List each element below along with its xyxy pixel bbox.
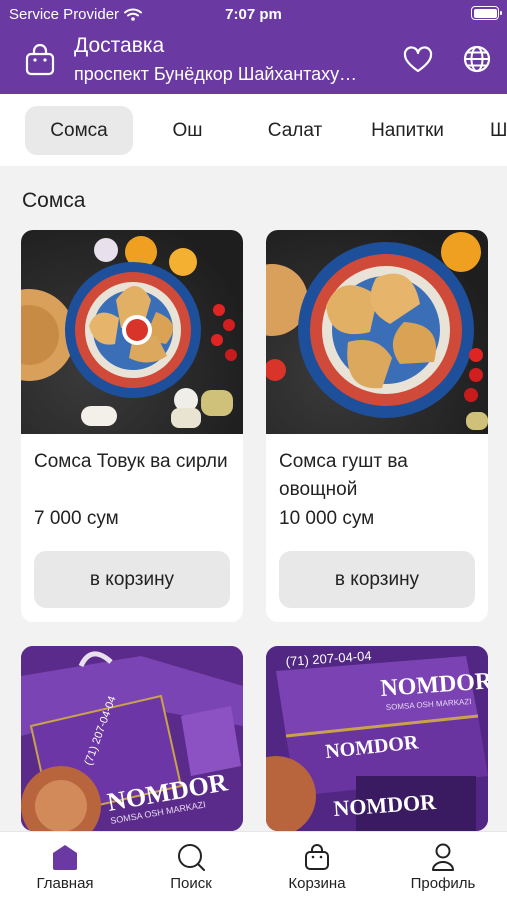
- nomdor-box-illustration: NOMDOR SOMSA OSH MARKAZI (71) 207-04-04: [21, 646, 243, 831]
- product-image[interactable]: [266, 230, 488, 434]
- tabbar-label: Профиль: [410, 875, 476, 892]
- product-image[interactable]: NOMDOR SOMSA OSH MARKAZI (71) 207-04-04: [21, 646, 243, 831]
- tabbar-item-profile[interactable]: Профиль: [380, 832, 506, 900]
- section-title: Сомса: [22, 189, 86, 212]
- product-card[interactable]: (71) 207-04-04 NOMDOR SOMSA OSH MARKAZI …: [266, 646, 488, 831]
- somsa-plate-illustration: [266, 232, 488, 430]
- add-to-cart-button[interactable]: в корзину: [34, 551, 230, 608]
- heart-icon[interactable]: [403, 45, 433, 75]
- product-image[interactable]: (71) 207-04-04 NOMDOR SOMSA OSH MARKAZI …: [266, 646, 488, 831]
- tab-osh[interactable]: Ош: [145, 106, 230, 155]
- product-price: 7 000 сум: [34, 508, 119, 529]
- tab-next-partial[interactable]: Ш: [478, 106, 507, 155]
- product-price: 10 000 сум: [279, 508, 375, 529]
- status-bar: Service Provider 7:07 pm: [0, 0, 507, 28]
- tabbar-item-cart[interactable]: Корзина: [254, 832, 380, 900]
- delivery-bag-icon[interactable]: [24, 43, 56, 77]
- basket-icon: [305, 844, 329, 870]
- add-to-cart-button[interactable]: в корзину: [279, 551, 475, 608]
- product-name: Сомса гушт ва овощной: [279, 451, 408, 500]
- product-image[interactable]: [21, 230, 243, 434]
- tabbar-label: Корзина: [288, 875, 346, 892]
- product-card[interactable]: NOMDOR SOMSA OSH MARKAZI (71) 207-04-04: [21, 646, 243, 831]
- tabbar-label: Поиск: [170, 875, 212, 892]
- tab-somsa[interactable]: Сомса: [25, 106, 133, 155]
- nomdor-box-illustration: (71) 207-04-04 NOMDOR SOMSA OSH MARKAZI …: [266, 646, 488, 831]
- clock: 7:07 pm: [225, 6, 282, 23]
- globe-icon[interactable]: [462, 44, 492, 74]
- product-name: Сомса Товук ва сирли: [34, 451, 228, 472]
- app-header: Service Provider 7:07 pm Доставка проспе…: [0, 0, 507, 94]
- product-card[interactable]: Сомса Товук ва сирли 7 000 сум в корзину: [21, 230, 243, 622]
- tabbar-item-home[interactable]: Главная: [2, 832, 128, 900]
- profile-icon: [432, 843, 454, 871]
- bottom-tab-bar: Главная Поиск Корзина Профиль: [0, 831, 507, 900]
- search-icon: [178, 844, 205, 871]
- product-card[interactable]: Сомса гушт ва овощной 10 000 сум в корзи…: [266, 230, 488, 622]
- category-tabs: Сомса Ош Салат Напитки Ш: [0, 94, 507, 166]
- tab-salat[interactable]: Салат: [245, 106, 345, 155]
- home-icon: [53, 845, 77, 870]
- tabbar-label: Главная: [36, 875, 94, 892]
- tabbar-item-search[interactable]: Поиск: [128, 832, 254, 900]
- delivery-mode-title[interactable]: Доставка: [74, 34, 164, 58]
- somsa-plate-illustration: [21, 236, 237, 428]
- tab-drinks[interactable]: Напитки: [355, 106, 460, 155]
- battery-icon: [471, 6, 502, 20]
- delivery-address[interactable]: проспект Бунёдкор Шайхантахурский район: [74, 64, 364, 85]
